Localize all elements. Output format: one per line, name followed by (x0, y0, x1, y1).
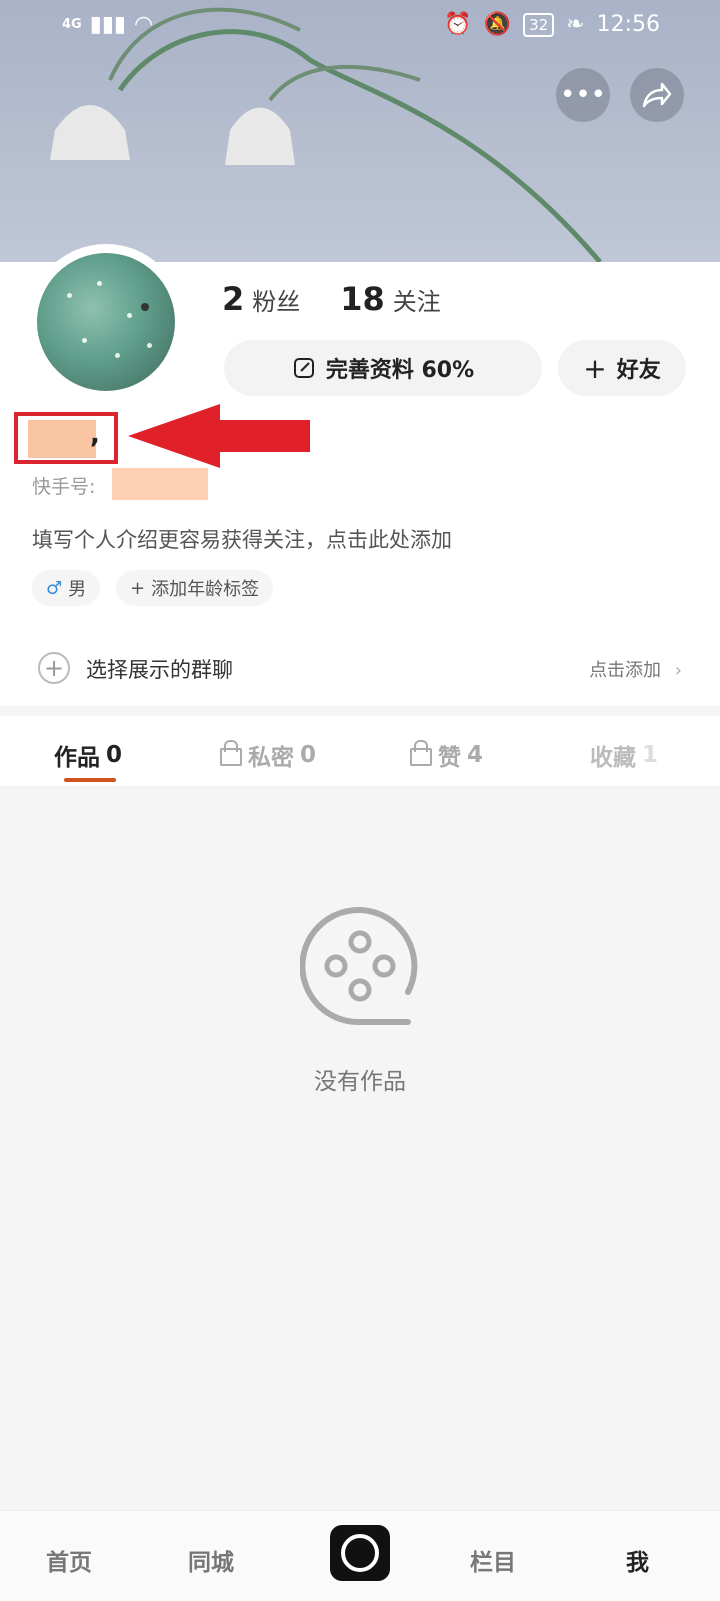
tab-label: 私密 (248, 745, 294, 771)
chevron-right-icon: › (674, 660, 682, 681)
tab-private[interactable]: 私密 0 (220, 738, 316, 772)
followers-label: 粉丝 (252, 288, 301, 316)
complete-profile-label: 完善资料 60% (325, 358, 475, 383)
tab-count: 0 (300, 742, 317, 768)
group-action-label: 点击添加 (589, 660, 662, 681)
alarm-icon: ⏰ (444, 12, 472, 37)
tab-count: 0 (106, 742, 123, 768)
avatar-image (37, 253, 175, 391)
camera-button[interactable] (330, 1525, 390, 1581)
tab-label: 赞 (438, 745, 461, 771)
group-chat-label: 选择展示的群聊 (86, 658, 233, 682)
avatar[interactable] (28, 244, 184, 400)
leaf-icon: ❧ (566, 12, 585, 37)
follow-stats: 2 粉丝 18 关注 (222, 280, 441, 318)
group-chat-action: 点击添加 › (589, 656, 682, 682)
nav-nearby[interactable]: 同城 (188, 1543, 234, 1577)
gender-label: 男 (68, 579, 87, 600)
red-arrow-annotation (128, 404, 310, 468)
highlight-box (14, 412, 118, 464)
add-circle-icon: + (38, 652, 70, 684)
add-age-tag[interactable]: + 添加年龄标签 (116, 570, 274, 606)
followers-count: 2 (222, 280, 245, 318)
network-label: 4G (62, 17, 82, 32)
user-id-label: 快手号: (32, 476, 96, 498)
clock: 12:56 (596, 12, 660, 37)
tab-label: 作品 (54, 745, 100, 771)
active-tab-indicator (64, 778, 116, 782)
bio-placeholder[interactable]: 填写个人介绍更容易获得关注，点击此处添加 (32, 524, 452, 554)
group-chat-row[interactable]: + 选择展示的群聊 点击添加 › (0, 634, 720, 704)
add-friend-label: 好友 (616, 358, 661, 383)
more-icon: ••• (559, 80, 606, 110)
share-icon (642, 82, 672, 108)
tab-favorites[interactable]: 收藏 1 (590, 738, 658, 772)
plus-icon: + (583, 351, 607, 385)
complete-profile-button[interactable]: 完善资料 60% (224, 340, 542, 396)
gender-tag[interactable]: ♂ 男 (32, 570, 101, 606)
nav-columns[interactable]: 栏目 (470, 1543, 516, 1577)
tab-label: 收藏 (590, 745, 636, 771)
followers-stat[interactable]: 2 粉丝 (222, 280, 300, 318)
following-stat[interactable]: 18 关注 (340, 280, 441, 318)
wifi-icon: ◠ (134, 12, 154, 37)
edit-icon (293, 358, 314, 378)
plus-icon: + (130, 577, 146, 599)
tab-count: 1 (642, 742, 659, 768)
content-tabs: 作品 0 私密 0 赞 4 收藏 1 (0, 716, 720, 787)
nav-home[interactable]: 首页 (46, 1543, 92, 1577)
male-icon: ♂ (46, 577, 63, 599)
profile-cover[interactable]: 4G ▮▮▮ ◠ ⏰ 🔕 32 ❧ 12:56 ••• (0, 0, 720, 262)
tab-works[interactable]: 作品 0 (54, 738, 122, 772)
lock-icon (220, 740, 242, 766)
following-count: 18 (340, 280, 385, 318)
empty-state-text: 没有作品 (314, 1069, 406, 1095)
mute-icon: 🔕 (483, 12, 512, 37)
battery-indicator: 32 (523, 12, 555, 37)
following-label: 关注 (392, 288, 441, 316)
add-friend-button[interactable]: + 好友 (558, 340, 686, 396)
status-right: ⏰ 🔕 32 ❧ 12:56 (444, 12, 660, 37)
camera-icon (341, 1534, 379, 1572)
tab-likes[interactable]: 赞 4 (410, 738, 483, 772)
signal-icon: ▮▮▮ (89, 12, 127, 37)
user-id-redacted (112, 468, 208, 500)
signal-group: 4G ▮▮▮ ◠ (62, 12, 153, 37)
tab-count: 4 (467, 742, 484, 768)
share-button[interactable] (630, 68, 684, 122)
lock-icon (410, 740, 432, 766)
film-reel-icon (300, 907, 418, 1026)
bottom-nav: 首页 同城 栏目 我 (0, 1510, 720, 1601)
status-bar: 4G ▮▮▮ ◠ ⏰ 🔕 32 ❧ 12:56 (0, 0, 720, 54)
more-button[interactable]: ••• (556, 68, 610, 122)
nav-me[interactable]: 我 (626, 1543, 649, 1577)
age-tag-label: 添加年龄标签 (151, 579, 260, 600)
